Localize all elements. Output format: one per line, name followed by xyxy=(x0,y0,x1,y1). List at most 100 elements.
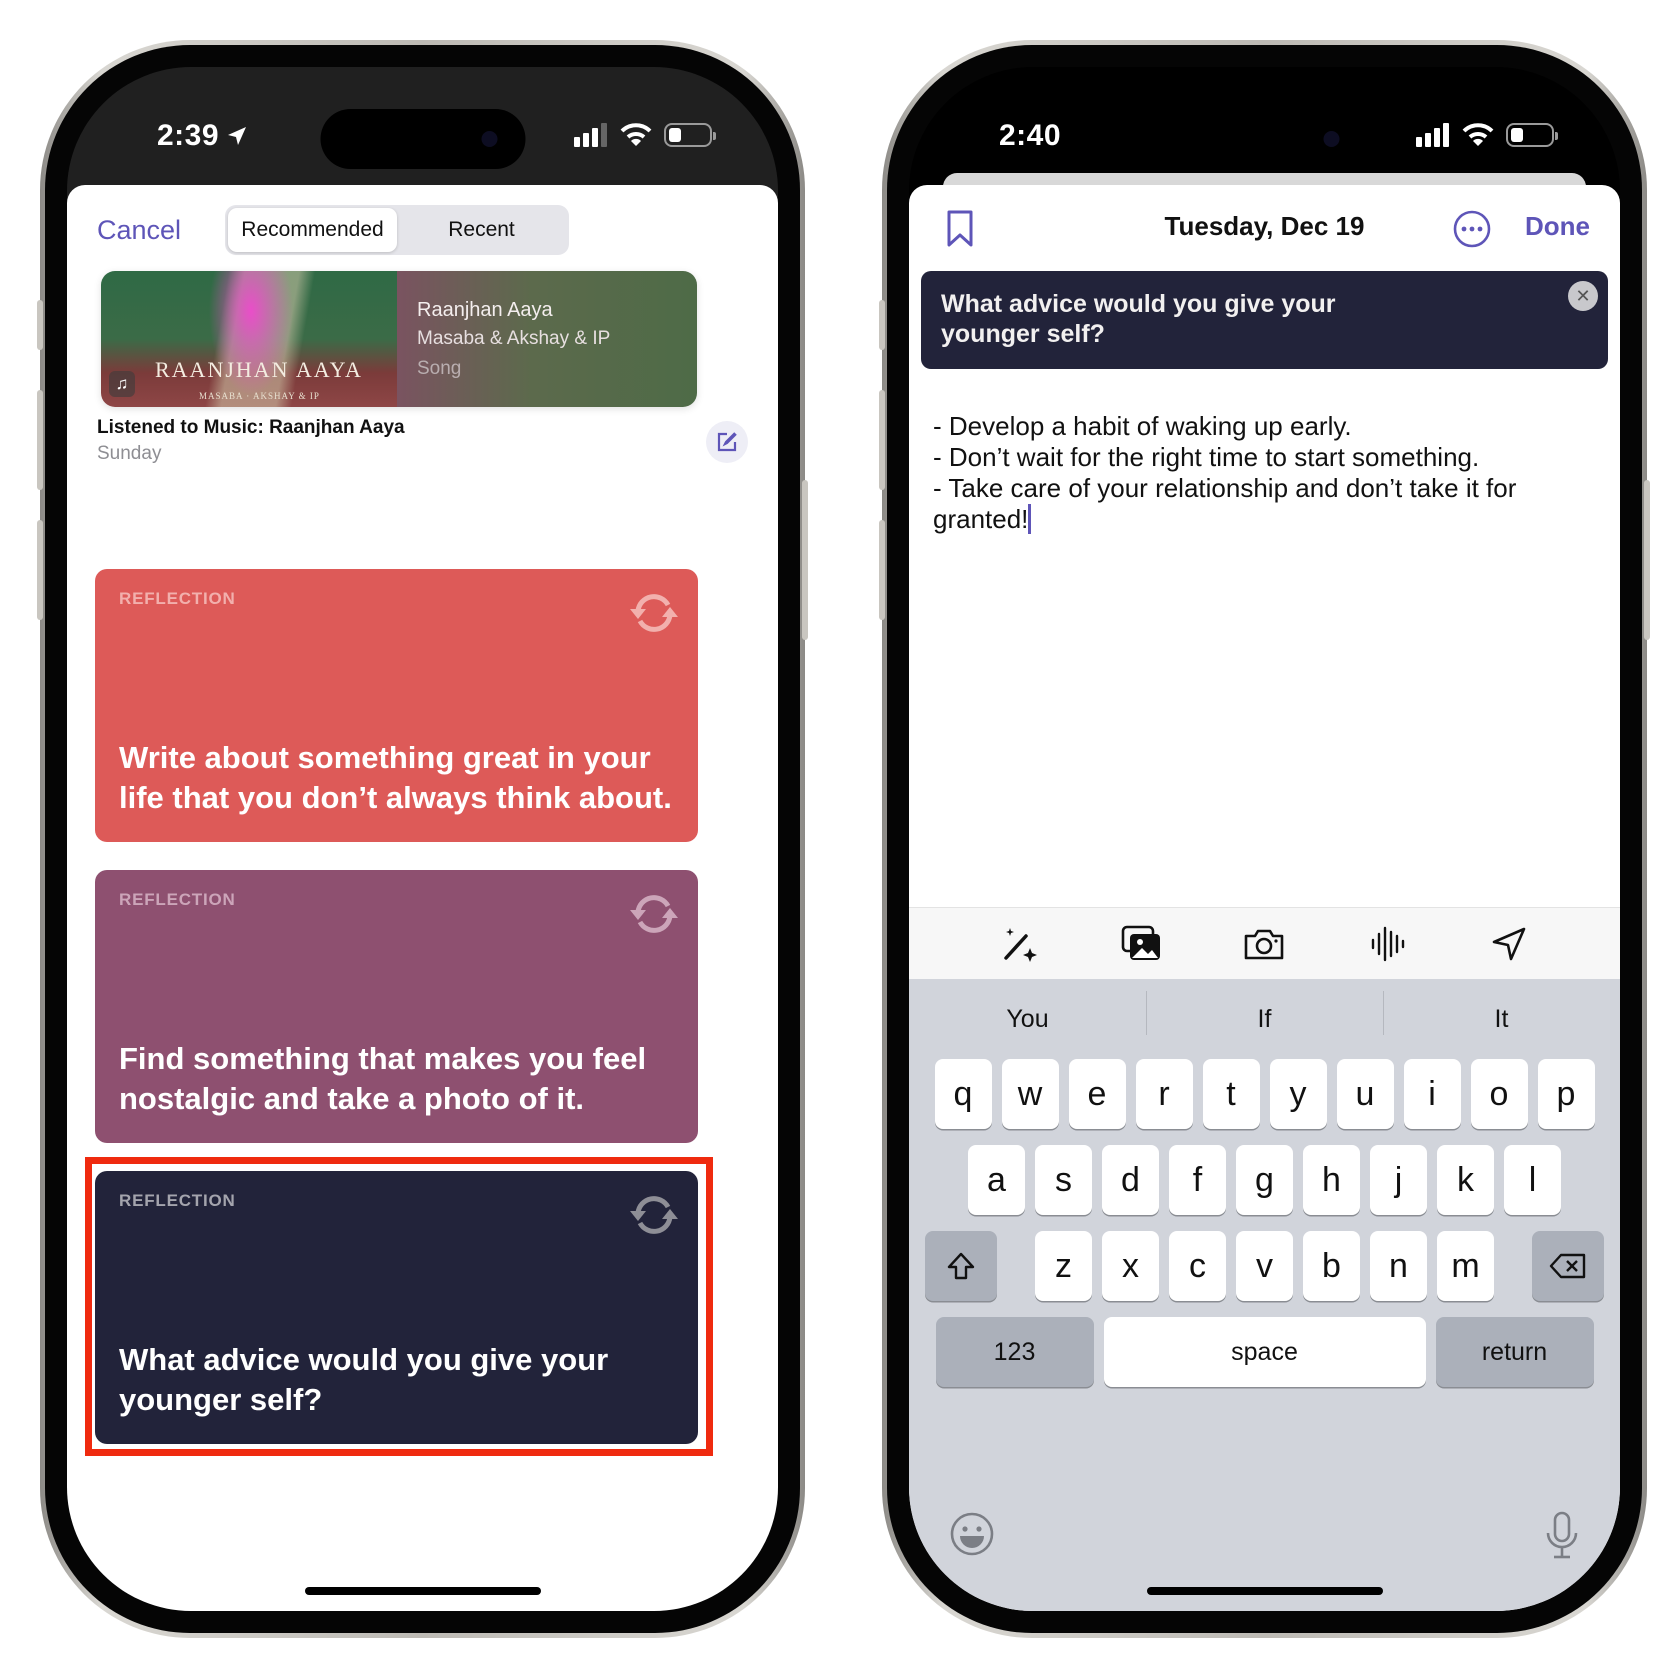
close-icon[interactable]: ✕ xyxy=(1568,281,1598,311)
album-art: RAANJHAN AAYA MASABA · AKSHAY & IP ♫ xyxy=(101,271,397,407)
microphone-icon[interactable] xyxy=(1544,1511,1580,1561)
key-b[interactable]: b xyxy=(1303,1231,1360,1301)
key-h[interactable]: h xyxy=(1303,1145,1360,1215)
refresh-icon[interactable] xyxy=(626,585,682,641)
shift-key[interactable] xyxy=(925,1231,997,1301)
prompt-card[interactable]: REFLECTION Find something that makes you… xyxy=(95,870,698,1143)
status-bar: 2:39 xyxy=(67,67,778,187)
status-bar: 2:40 xyxy=(909,67,1620,187)
key-g[interactable]: g xyxy=(1236,1145,1293,1215)
wifi-icon xyxy=(620,123,652,146)
prompt-card-text: What advice would you give your younger … xyxy=(119,1342,609,1417)
status-time-group: 2:39 xyxy=(157,119,249,153)
key-d[interactable]: d xyxy=(1102,1145,1159,1215)
emoji-icon[interactable] xyxy=(949,1511,995,1557)
cancel-button[interactable]: Cancel xyxy=(97,215,181,246)
prompt-card-label: REFLECTION xyxy=(119,589,236,608)
status-time-group: 2:40 xyxy=(999,119,1061,153)
music-suggestion-card[interactable]: RAANJHAN AAYA MASABA · AKSHAY & IP ♫ Raa… xyxy=(101,271,697,407)
key-s[interactable]: s xyxy=(1035,1145,1092,1215)
song-artist: Masaba & Akshay & IP xyxy=(417,328,611,349)
screen-right: 2:40 Tuesday, Dec 19 Done What advice wo… xyxy=(909,67,1620,1611)
key-l[interactable]: l xyxy=(1504,1145,1561,1215)
ellipsis-circle-icon[interactable] xyxy=(1452,209,1492,249)
key-p[interactable]: p xyxy=(1537,1059,1595,1129)
song-kind: Song xyxy=(417,358,462,379)
screen-left: 2:39 Cancel Recommended Recent RAANJHAN … xyxy=(67,67,778,1611)
space-key[interactable]: space xyxy=(1103,1317,1426,1387)
magic-wand-icon xyxy=(1004,927,1038,962)
key-u[interactable]: u xyxy=(1336,1059,1394,1129)
volume-down-button xyxy=(879,520,885,620)
location-icon xyxy=(1492,927,1526,960)
tab-recommended[interactable]: Recommended xyxy=(228,208,397,252)
suggestion-item[interactable]: You xyxy=(909,1005,1146,1034)
key-x[interactable]: x xyxy=(1102,1231,1159,1301)
refresh-icon[interactable] xyxy=(626,886,682,942)
home-indicator[interactable] xyxy=(1146,1587,1383,1595)
cellular-signal-icon xyxy=(574,123,607,147)
done-button[interactable]: Done xyxy=(1525,211,1590,242)
camera-button[interactable] xyxy=(1239,919,1289,969)
refresh-icon[interactable] xyxy=(626,1187,682,1243)
status-time: 2:40 xyxy=(999,119,1062,152)
album-art-title: RAANJHAN AAYA xyxy=(155,357,363,382)
key-row-4: 123 space return xyxy=(909,1317,1620,1387)
key-r[interactable]: r xyxy=(1135,1059,1193,1129)
key-t[interactable]: t xyxy=(1202,1059,1260,1129)
key-m[interactable]: m xyxy=(1437,1231,1494,1301)
shift-icon xyxy=(947,1252,975,1280)
key-v[interactable]: v xyxy=(1236,1231,1293,1301)
audio-recording-button[interactable] xyxy=(1362,919,1412,969)
wifi-icon xyxy=(1462,123,1494,146)
prompt-card[interactable]: REFLECTION Write about something great i… xyxy=(95,569,698,842)
action-button xyxy=(37,300,43,350)
text-cursor xyxy=(1028,504,1032,534)
key-y[interactable]: y xyxy=(1269,1059,1327,1129)
phone-right: 2:40 Tuesday, Dec 19 Done What advice wo… xyxy=(879,40,1650,1638)
key-i[interactable]: i xyxy=(1403,1059,1461,1129)
action-button xyxy=(879,300,885,350)
volume-up-button xyxy=(37,390,43,490)
segmented-control: Recommended Recent xyxy=(225,205,569,255)
key-a[interactable]: a xyxy=(968,1145,1025,1215)
suggestion-item[interactable]: It xyxy=(1383,990,1620,1035)
prompt-card-selected[interactable]: REFLECTION What advice would you give yo… xyxy=(95,1171,698,1444)
status-icons xyxy=(574,123,716,147)
tab-recent[interactable]: Recent xyxy=(397,208,566,252)
home-indicator[interactable] xyxy=(304,1587,541,1595)
dynamic-island xyxy=(320,109,525,169)
photo-library-button[interactable] xyxy=(1117,919,1167,969)
quicktype-bar: You If It xyxy=(909,979,1620,1059)
prompt-banner-text: What advice would you give your younger … xyxy=(941,290,1336,348)
camera-icon xyxy=(1245,929,1284,959)
music-caption-date: Sunday xyxy=(97,443,162,464)
numbers-key[interactable]: 123 xyxy=(935,1317,1094,1387)
compose-button[interactable] xyxy=(706,421,748,463)
photo-library-icon xyxy=(1121,925,1161,960)
entry-text-area[interactable]: - Develop a habit of waking up early. - … xyxy=(933,411,1590,535)
keyboard-bottom-bar xyxy=(949,1511,1580,1571)
magic-wand-button[interactable] xyxy=(995,919,1045,969)
delete-key[interactable] xyxy=(1532,1231,1604,1301)
key-e[interactable]: e xyxy=(1068,1059,1126,1129)
prompt-card-text: Find something that makes you feel nosta… xyxy=(119,1041,647,1116)
key-j[interactable]: j xyxy=(1370,1145,1427,1215)
key-w[interactable]: w xyxy=(1001,1059,1059,1129)
entry-text: - Develop a habit of waking up early. - … xyxy=(933,411,1517,534)
key-o[interactable]: o xyxy=(1470,1059,1528,1129)
return-key[interactable]: return xyxy=(1435,1317,1594,1387)
key-z[interactable]: z xyxy=(1035,1231,1092,1301)
key-row-3: zxcvbnm xyxy=(909,1231,1620,1301)
key-c[interactable]: c xyxy=(1169,1231,1226,1301)
cellular-signal-icon xyxy=(1416,123,1449,147)
key-q[interactable]: q xyxy=(934,1059,992,1129)
suggestion-item[interactable]: If xyxy=(1146,990,1383,1035)
key-f[interactable]: f xyxy=(1169,1145,1226,1215)
location-button[interactable] xyxy=(1484,919,1534,969)
keyboard: You If It qwertyuiop asdfghjkl zxcvbnm 1… xyxy=(909,979,1620,1611)
dynamic-island xyxy=(1162,109,1367,169)
key-n[interactable]: n xyxy=(1370,1231,1427,1301)
song-title: Raanjhan Aaya xyxy=(417,299,553,321)
key-k[interactable]: k xyxy=(1437,1145,1494,1215)
